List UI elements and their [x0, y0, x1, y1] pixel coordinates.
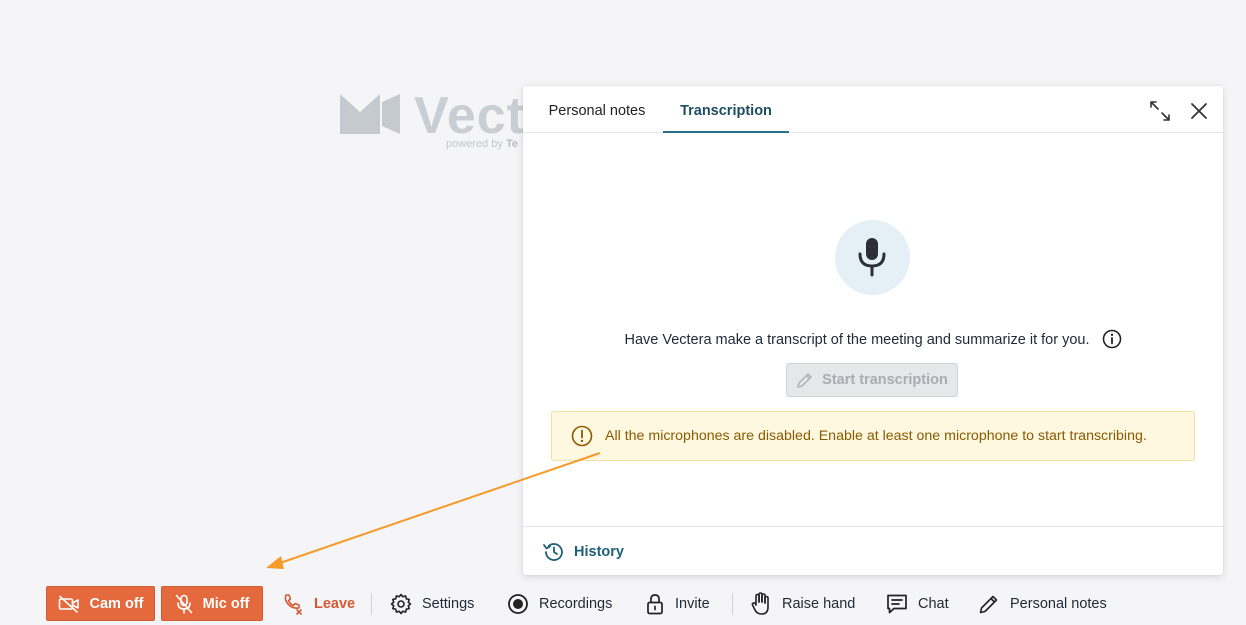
transcription-intro: Have Vectera make a transcript of the me…	[523, 329, 1223, 353]
logo-powered-by: powered by Te	[446, 138, 518, 150]
history-link[interactable]: History	[542, 541, 624, 563]
raise-hand-label: Raise hand	[782, 595, 856, 612]
microphone-off-icon	[175, 594, 192, 614]
tab-transcription[interactable]: Transcription	[663, 86, 789, 133]
phone-leave-icon	[284, 593, 302, 615]
warning-icon	[571, 425, 593, 447]
invite-label: Invite	[675, 595, 710, 612]
tab-personal-notes[interactable]: Personal notes	[537, 86, 657, 131]
toolbar-divider	[371, 593, 372, 615]
chat-icon	[887, 594, 907, 613]
chat-label: Chat	[918, 595, 949, 612]
panel-header: Personal notes Transcription	[523, 86, 1223, 133]
settings-label: Settings	[422, 595, 475, 612]
microphones-disabled-warning: All the microphones are disabled. Enable…	[551, 411, 1195, 461]
panel-footer: History	[523, 526, 1223, 575]
recordings-label: Recordings	[539, 595, 613, 612]
history-label: History	[574, 544, 624, 560]
powered-by-prefix: powered by	[446, 138, 506, 150]
gear-icon	[390, 593, 412, 614]
transcription-panel: Personal notes Transcription Have Vecter…	[523, 86, 1223, 575]
start-transcription-label: Start transcription	[822, 372, 948, 388]
record-icon	[508, 593, 528, 614]
leave-button[interactable]: Leave	[282, 586, 355, 621]
cam-off-button[interactable]: Cam off	[46, 586, 155, 621]
hand-icon	[751, 591, 769, 615]
microphone-icon	[858, 238, 886, 277]
mic-off-label: Mic off	[202, 595, 250, 612]
settings-button[interactable]: Settings	[390, 586, 474, 621]
raise-hand-button[interactable]: Raise hand	[750, 586, 855, 621]
pencil-icon	[979, 595, 998, 613]
mic-off-button[interactable]: Mic off	[161, 586, 263, 621]
info-icon[interactable]	[1102, 329, 1122, 353]
personal-notes-button[interactable]: Personal notes	[978, 586, 1107, 621]
start-transcription-button[interactable]: Start transcription	[786, 363, 958, 397]
microphone-illustration	[835, 220, 910, 295]
warning-text: All the microphones are disabled. Enable…	[605, 428, 1147, 444]
pencil-icon	[797, 373, 812, 388]
lock-icon	[647, 593, 663, 614]
vectera-logo-icon	[340, 94, 400, 134]
toolbar-divider	[732, 593, 733, 615]
history-icon	[543, 543, 563, 561]
meeting-toolbar: Cam off Mic off Leave Settings Recording…	[46, 586, 1236, 621]
chat-button[interactable]: Chat	[886, 586, 949, 621]
intro-text: Have Vectera make a transcript of the me…	[624, 332, 1090, 348]
cam-off-label: Cam off	[89, 595, 144, 612]
leave-label: Leave	[314, 595, 356, 612]
camera-off-icon	[58, 595, 79, 613]
close-icon[interactable]	[1188, 100, 1210, 122]
invite-button[interactable]: Invite	[645, 586, 710, 621]
expand-icon[interactable]	[1149, 100, 1171, 122]
vectera-logo: Vecte powered by Te	[340, 87, 554, 158]
recordings-button[interactable]: Recordings	[507, 586, 612, 621]
powered-by-brand: Te	[505, 138, 518, 150]
personal-notes-label: Personal notes	[1010, 595, 1107, 612]
